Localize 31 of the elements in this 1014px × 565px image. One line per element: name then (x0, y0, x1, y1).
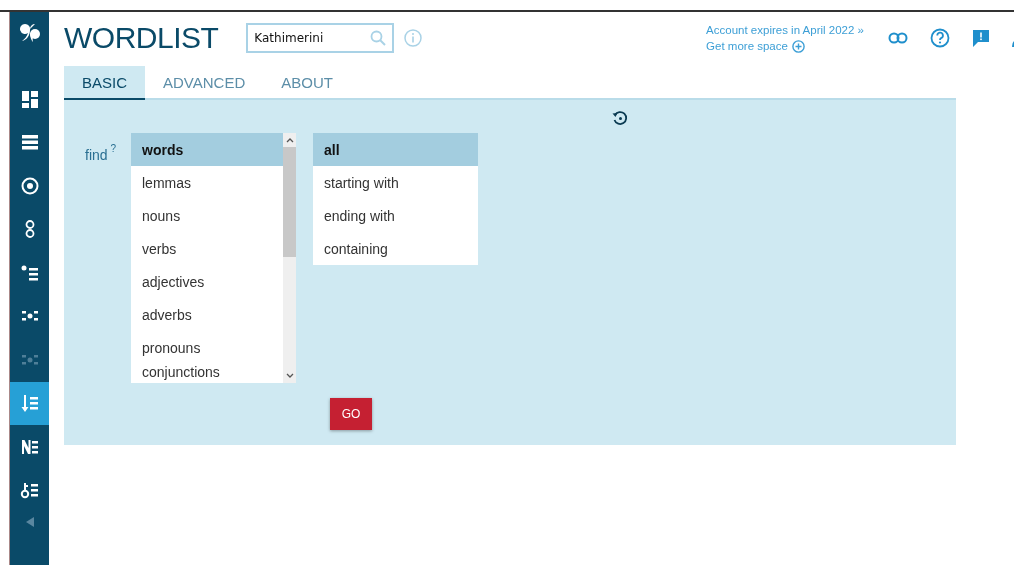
tab[interactable]: ADVANCED (145, 66, 264, 98)
link-icon[interactable] (888, 32, 908, 44)
plus-circle-icon[interactable] (791, 39, 805, 53)
find-label: find (85, 147, 108, 163)
tab[interactable]: BASIC (64, 66, 145, 100)
list-option[interactable]: all (313, 133, 478, 166)
feedback-icon[interactable] (972, 28, 990, 48)
search-field[interactable]: Kathimerini (246, 23, 395, 53)
help-mark[interactable]: ? (110, 143, 117, 163)
list-option[interactable]: words (131, 133, 283, 166)
list-option[interactable]: adjectives (131, 265, 283, 298)
list-option[interactable]: pronouns (131, 331, 283, 364)
quote-logo-icon[interactable] (18, 22, 41, 44)
list-option[interactable]: lemmas (131, 166, 283, 199)
list-option[interactable]: adverbs (131, 298, 283, 331)
scroll-up-icon[interactable] (285, 137, 294, 143)
list-option[interactable]: verbs (131, 232, 283, 265)
tab[interactable]: ABOUT (263, 66, 351, 98)
collapse-arrow-icon[interactable] (24, 516, 35, 528)
help-icon[interactable] (930, 28, 950, 48)
sort-list-icon[interactable] (10, 381, 49, 425)
go-button[interactable]: GO (330, 398, 372, 430)
list-option[interactable]: conjunctions (131, 364, 283, 383)
app-title: WORDLIST (64, 21, 219, 55)
scrollbar[interactable] (283, 133, 296, 383)
scroll-down-icon[interactable] (285, 373, 294, 379)
list-option[interactable]: containing (313, 232, 478, 265)
reset-icon[interactable] (612, 110, 628, 126)
list-option[interactable]: nouns (131, 199, 283, 232)
list-option[interactable]: starting with (313, 166, 478, 199)
list-option[interactable]: ending with (313, 199, 478, 232)
